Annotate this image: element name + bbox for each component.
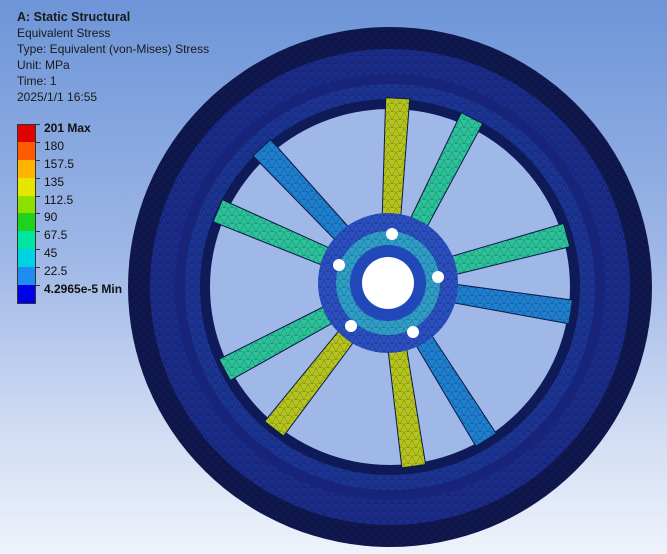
- lug-hole: [386, 228, 398, 240]
- lug-hole: [333, 259, 345, 271]
- wheel-hub: [318, 213, 458, 353]
- lug-hole: [432, 271, 444, 283]
- lug-hole: [345, 320, 357, 332]
- wheel-model-icon[interactable]: [0, 0, 667, 554]
- lug-hole: [407, 326, 419, 338]
